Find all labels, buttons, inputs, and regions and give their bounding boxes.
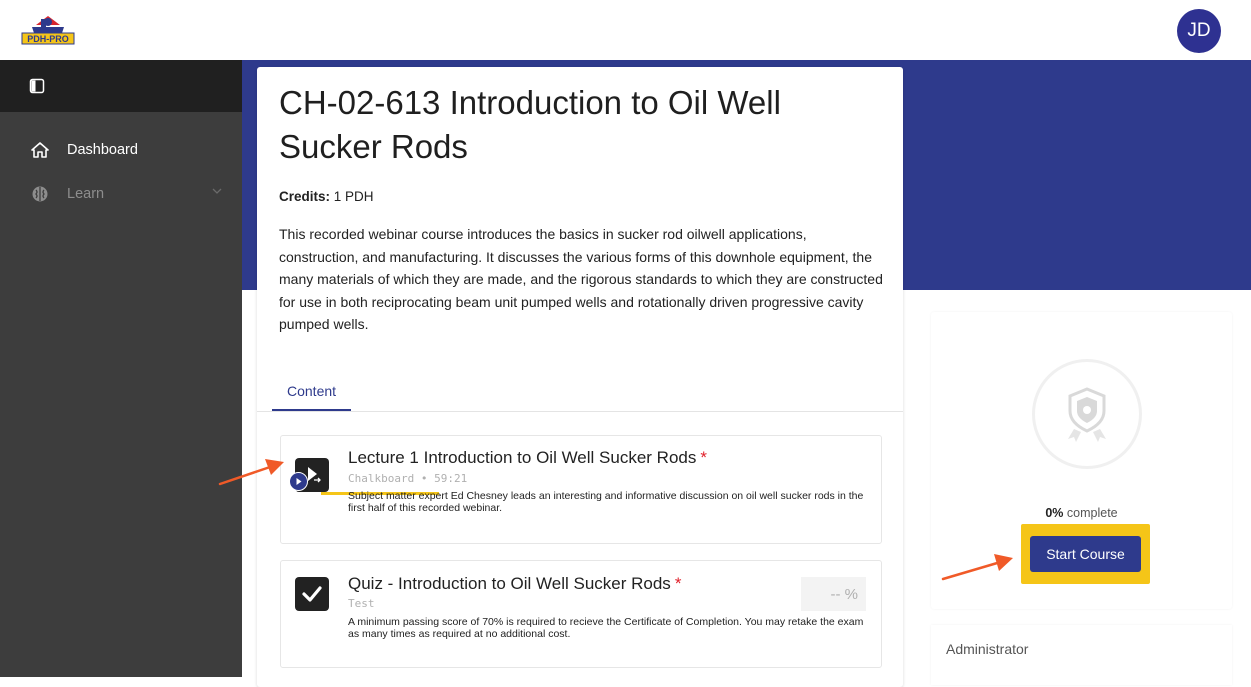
sidebar: Dashboard Learn — [0, 60, 242, 677]
tab-bar: Content — [257, 373, 903, 412]
sidebar-item-dashboard[interactable]: Dashboard — [0, 128, 242, 172]
play-icon — [289, 472, 308, 491]
item-subtitle: Test — [348, 597, 375, 610]
list-item-quiz[interactable]: Quiz - Introduction to Oil Well Sucker R… — [280, 560, 882, 668]
top-bar: PDH-PRO JD — [0, 0, 1251, 60]
course-description: This recorded webinar course introduces … — [279, 226, 883, 332]
certificate-badge — [1032, 359, 1142, 469]
item-title[interactable]: Quiz - Introduction to Oil Well Sucker R… — [348, 574, 681, 594]
course-credits: Credits: 1 PDH — [279, 189, 374, 204]
course-card: CH-02-613 Introduction to Oil Well Sucke… — [257, 67, 903, 687]
admin-panel: Administrator — [931, 625, 1232, 685]
quiz-score: -- % — [801, 577, 866, 611]
item-title[interactable]: Lecture 1 Introduction to Oil Well Sucke… — [348, 448, 707, 468]
sidebar-item-label: Learn — [67, 186, 105, 202]
award-icon — [1068, 387, 1106, 442]
progress-panel: 0% complete Start Course — [931, 312, 1232, 609]
start-course-button[interactable]: Start Course — [1030, 536, 1141, 572]
pdh-pro-logo[interactable]: PDH-PRO — [12, 6, 84, 46]
tab-content[interactable]: Content — [272, 373, 352, 411]
list-item-lecture[interactable]: Lecture 1 Introduction to Oil Well Sucke… — [280, 435, 882, 544]
sidebar-item-learn[interactable]: Learn — [0, 172, 242, 216]
sidebar-toggle-icon[interactable] — [29, 78, 45, 94]
home-icon — [30, 140, 50, 160]
brain-icon — [30, 184, 50, 204]
progress-label: 0% complete — [1045, 506, 1118, 520]
admin-label: Administrator — [946, 641, 1029, 657]
course-title: CH-02-613 Introduction to Oil Well Sucke… — [279, 84, 781, 165]
chevron-down-icon — [212, 188, 222, 194]
sidebar-header — [0, 60, 242, 112]
sidebar-item-label: Dashboard — [67, 142, 138, 158]
checkmark-icon — [295, 577, 329, 611]
user-avatar[interactable]: JD — [1177, 9, 1221, 53]
item-subtitle: Chalkboard • 59:21 — [348, 472, 468, 485]
svg-text:PDH-PRO: PDH-PRO — [27, 34, 69, 44]
item-description: Subject matter expert Ed Chesney leads a… — [348, 490, 864, 514]
item-description: A minimum passing score of 70% is requir… — [348, 616, 864, 640]
